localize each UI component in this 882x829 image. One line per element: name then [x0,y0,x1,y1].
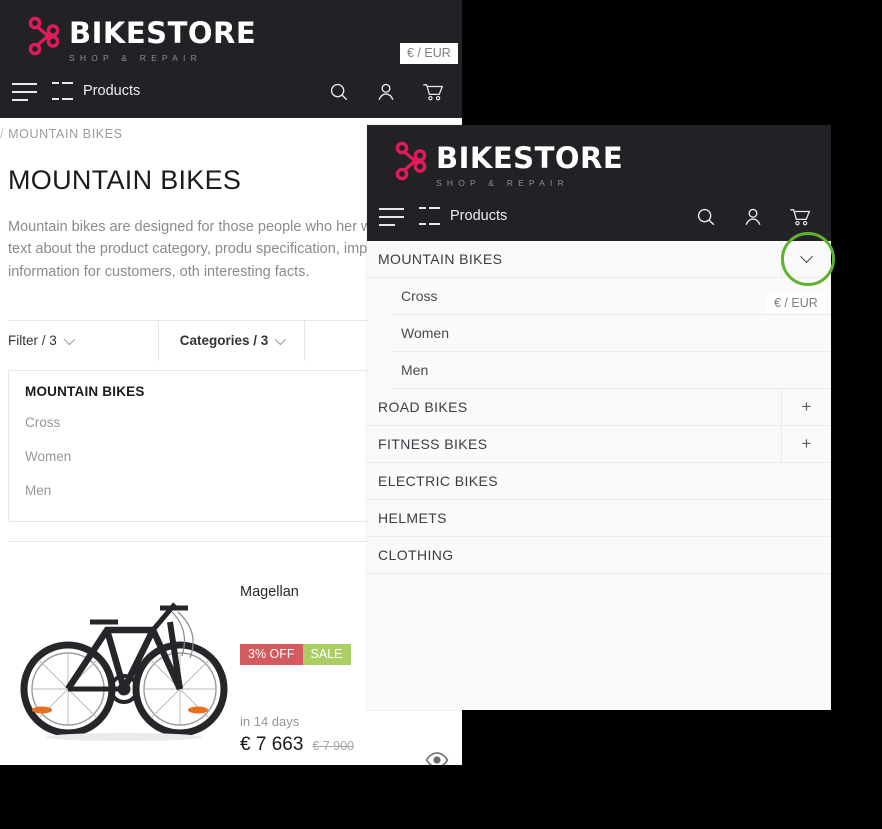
overlay-category-menu: MOUNTAIN BIKES Cross Women Men ROAD BIKE… [367,241,831,574]
screenshot-root: BIKESTORE SHOP & REPAIR € / EUR Products [0,0,882,829]
menu-item-label: CLOTHING [378,547,454,563]
submenu-item-women[interactable]: Women [391,315,831,352]
chevron-down-icon [800,249,813,263]
cart-icon[interactable] [422,80,444,104]
filter-label: Filter / 3 [8,333,57,348]
breadcrumb-current[interactable]: MOUNTAIN BIKES [8,127,122,141]
logo-subtitle: SHOP & REPAIR [69,53,202,63]
account-icon[interactable] [742,205,764,229]
currency-selector[interactable]: € / EUR [400,43,458,64]
search-icon[interactable] [695,205,717,229]
nav-products-button[interactable]: Products [52,82,140,100]
categories-dropdown[interactable]: Categories / 3 [158,320,304,361]
overlay-logo-subtitle: SHOP & REPAIR [436,178,569,188]
page-title: MOUNTAIN BIKES [8,165,242,195]
mobile-menu-overlay: BIKESTORE SHOP & REPAIR Products MOUNTAI… [367,125,831,710]
sale-badge: SALE [302,644,351,665]
categories-label: Categories / 3 [179,333,269,348]
overlay-header: BIKESTORE SHOP & REPAIR Products [367,125,831,241]
category-card-item[interactable]: Men [25,483,51,498]
product-price-original: € 7 900 [312,739,355,753]
overlay-products-button[interactable]: Products [419,207,507,225]
submenu-item-label: Cross [401,288,438,304]
chain-link-logo-icon [28,16,60,56]
overlay-logo[interactable]: BIKESTORE SHOP & REPAIR [394,141,623,188]
expand-toggle-fitness-bikes[interactable]: + [781,426,831,462]
filter-dropdown[interactable]: Filter / 3 [8,321,158,361]
menu-item-label: ROAD BIKES [378,399,468,415]
expand-toggle-mountain-bikes[interactable] [781,241,831,277]
nav-icon-group [328,80,444,104]
menu-item-label: FITNESS BIKES [378,436,488,452]
menu-item-fitness-bikes[interactable]: FITNESS BIKES + [367,426,831,463]
main-nav: Products [0,74,462,118]
nav-products-label: Products [83,83,141,99]
grid-list-icon [419,207,441,225]
product-name[interactable]: Magellan [240,584,299,600]
overlay-currency-selector[interactable]: € / EUR [767,293,825,314]
product-availability: in 14 days [240,714,300,729]
search-icon[interactable] [328,80,350,104]
menu-item-mountain-bikes[interactable]: MOUNTAIN BIKES [367,241,831,278]
hamburger-menu-icon[interactable] [379,208,404,230]
menu-item-helmets[interactable]: HELMETS [367,500,831,537]
product-price: € 7 663 [240,734,304,755]
hamburger-menu-icon[interactable] [12,83,37,105]
product-price-row: € 7 663 € 7 900 [240,734,354,756]
product-badges: 3% OFF SALE [240,644,351,665]
menu-item-clothing[interactable]: CLOTHING [367,537,831,574]
submenu-item-label: Women [401,325,449,341]
breadcrumb-separator: / [0,127,5,141]
chevron-down-icon [275,333,287,345]
overlay-nav-icon-group [695,205,811,229]
breadcrumb: / MOUNTAIN BIKES [0,127,123,141]
overlay-logo-title: BIKESTORE [436,141,624,175]
expand-toggle-road-bikes[interactable]: + [781,389,831,425]
chain-link-logo-icon [395,141,427,181]
submenu-item-cross[interactable]: Cross [391,278,831,315]
eye-icon[interactable] [425,752,449,765]
category-card-item[interactable]: Cross [25,415,60,430]
menu-item-road-bikes[interactable]: ROAD BIKES + [367,389,831,426]
submenu-item-label: Men [401,362,429,378]
logo-title: BIKESTORE [69,16,257,50]
menu-item-label: ELECTRIC BIKES [378,473,498,489]
overlay-products-label: Products [450,208,508,224]
category-card-heading: MOUNTAIN BIKES [25,384,145,399]
menu-item-electric-bikes[interactable]: ELECTRIC BIKES [367,463,831,500]
category-card-item[interactable]: Women [25,449,71,464]
cart-icon[interactable] [789,205,811,229]
overlay-nav: Products [367,199,829,243]
site-logo[interactable]: BIKESTORE SHOP & REPAIR [27,16,256,63]
menu-item-label: HELMETS [378,510,447,526]
menu-item-label: MOUNTAIN BIKES [378,251,503,267]
grid-list-icon [52,82,74,100]
submenu-item-men[interactable]: Men [391,352,831,389]
product-image[interactable] [12,582,236,747]
discount-badge: 3% OFF [240,644,303,665]
account-icon[interactable] [375,80,397,104]
chevron-down-icon [63,333,75,345]
site-header: BIKESTORE SHOP & REPAIR € / EUR Products [0,0,462,118]
